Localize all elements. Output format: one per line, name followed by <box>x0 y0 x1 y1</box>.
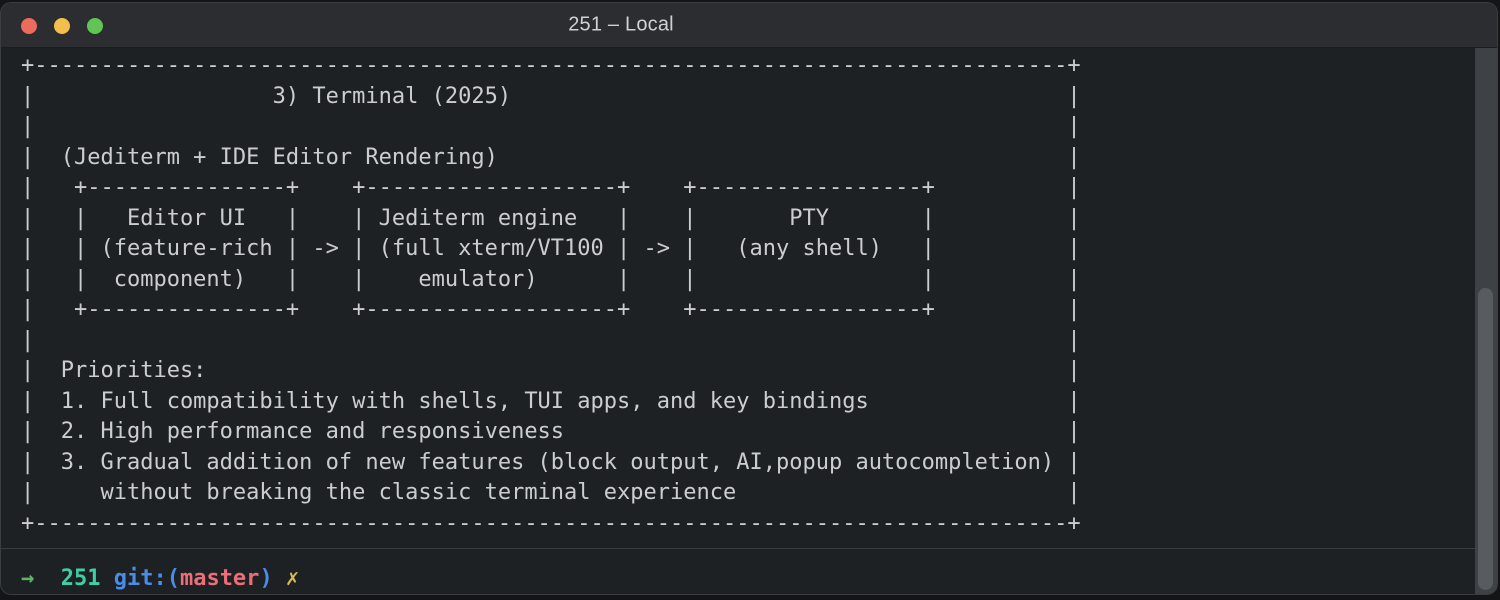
prompt-arrow-icon: → <box>21 566 35 591</box>
scrollbar-thumb[interactable] <box>1478 288 1493 590</box>
prompt-cwd: 251 <box>60 566 101 591</box>
terminal-viewport[interactable]: +---------------------------------------… <box>1 48 1497 548</box>
window-titlebar[interactable]: 251 – Local <box>1 3 1497 48</box>
git-branch: master <box>179 566 260 591</box>
scrollbar-track[interactable] <box>1475 48 1497 594</box>
traffic-lights <box>21 18 103 34</box>
git-suffix: ) <box>259 566 273 591</box>
minimize-button[interactable] <box>54 18 70 34</box>
git-prefix: git:( <box>113 566 180 591</box>
close-button[interactable] <box>21 18 37 34</box>
terminal-output: +---------------------------------------… <box>21 53 1081 536</box>
git-dirty-icon: ✗ <box>285 566 300 591</box>
terminal-window: 251 – Local +---------------------------… <box>0 2 1498 595</box>
prompt-bar[interactable]: → 251 git:(master) ✗ <box>1 549 1475 594</box>
shell-prompt: → 251 git:(master) ✗ <box>21 564 299 594</box>
window-title: 251 – Local <box>568 13 674 36</box>
zoom-button[interactable] <box>87 18 103 34</box>
